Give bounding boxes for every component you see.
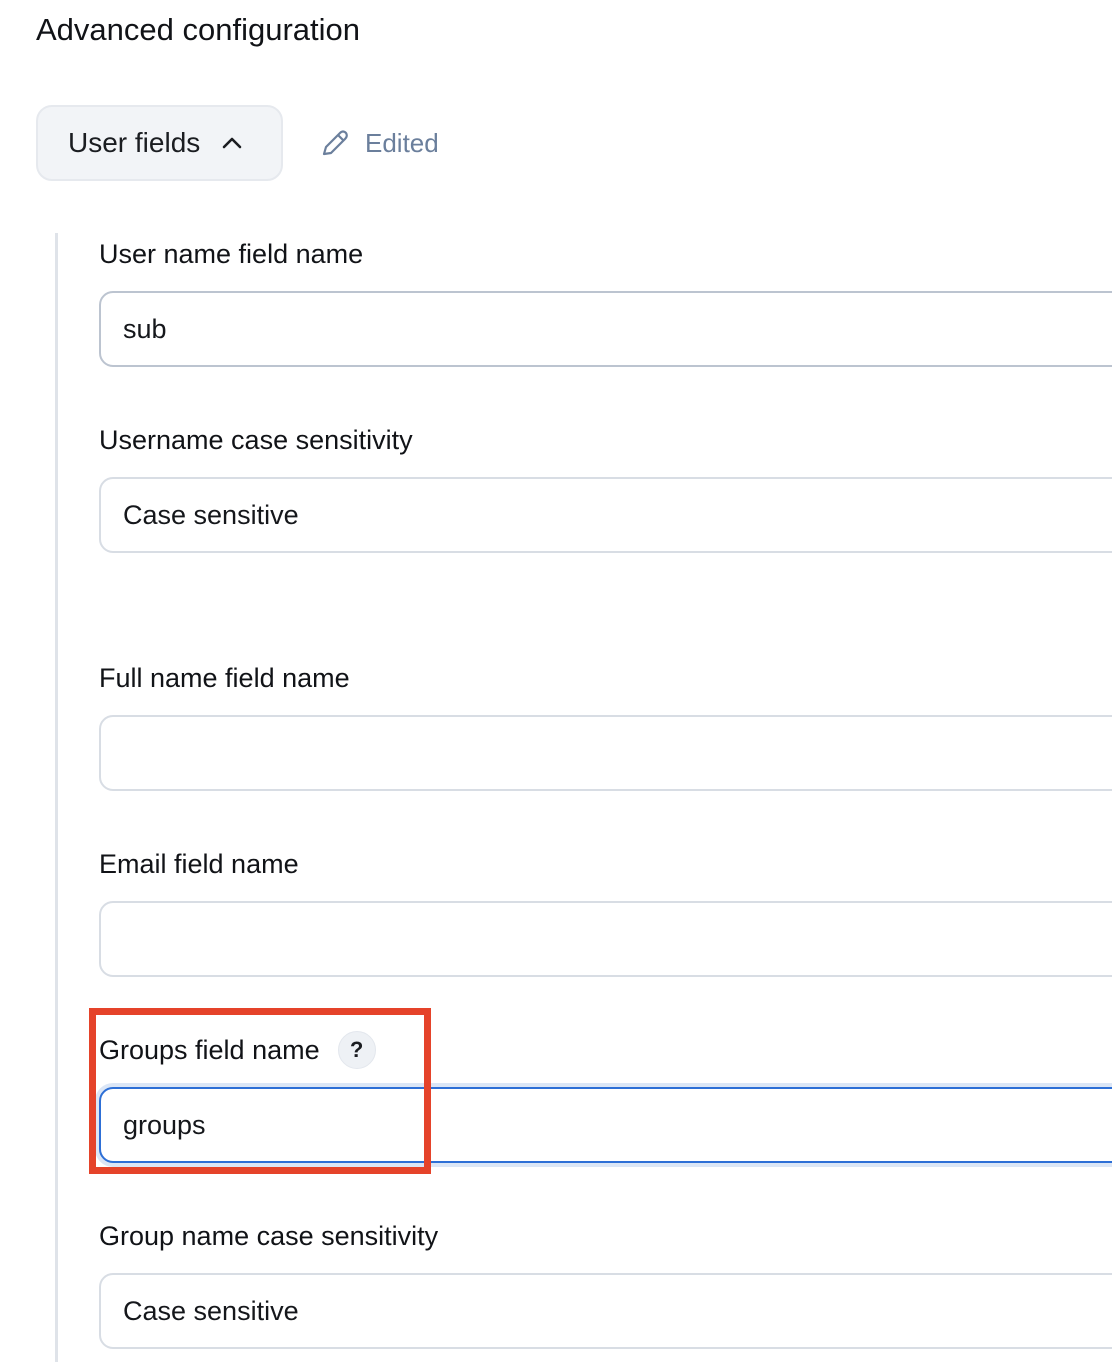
full-name-field-input[interactable]: [99, 715, 1112, 791]
group-case-select[interactable]: Case sensitive: [99, 1273, 1112, 1349]
groups-field-label-row: Groups field name ?: [99, 1031, 376, 1069]
edited-indicator: Edited: [319, 127, 439, 159]
advanced-configuration-page: Advanced configuration User fields Edite…: [0, 0, 1112, 1362]
username-field-label: User name field name: [99, 239, 364, 269]
groups-field-label: Groups field name: [99, 1035, 320, 1065]
username-case-select[interactable]: Case sensitive: [99, 477, 1112, 553]
chevron-up-icon: [220, 131, 244, 155]
help-icon[interactable]: ?: [337, 1031, 376, 1069]
section-title: Advanced configuration: [36, 12, 361, 47]
section-indent-rail: [55, 233, 58, 1362]
user-fields-toggle-button[interactable]: User fields: [36, 105, 283, 181]
edited-label: Edited: [365, 127, 439, 158]
section-toggle-row: User fields Edited: [36, 105, 439, 181]
user-fields-toggle-label: User fields: [68, 127, 201, 158]
group-case-selected-value: Case sensitive: [123, 1295, 299, 1326]
pencil-icon: [319, 127, 351, 159]
email-field-input[interactable]: [99, 901, 1112, 977]
username-case-selected-value: Case sensitive: [123, 499, 299, 530]
full-name-field-label: Full name field name: [99, 663, 350, 693]
group-case-label: Group name case sensitivity: [99, 1221, 439, 1251]
email-field-label: Email field name: [99, 849, 299, 879]
username-case-label: Username case sensitivity: [99, 425, 413, 455]
username-field-input[interactable]: [99, 291, 1112, 367]
groups-field-input[interactable]: [99, 1087, 1112, 1163]
